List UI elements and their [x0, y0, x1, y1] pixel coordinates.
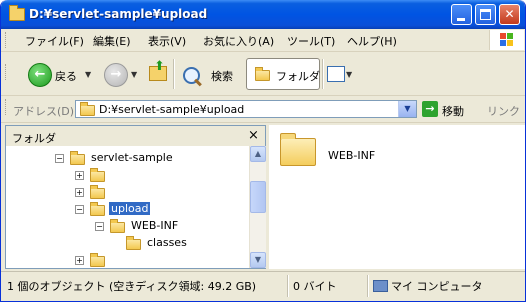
menu-tools[interactable]: ツール(T) [287, 33, 335, 49]
back-button[interactable]: ← [28, 63, 52, 87]
address-value[interactable]: D:¥servlet-sample¥upload [99, 103, 244, 116]
back-label[interactable]: 戻る [55, 68, 77, 84]
computer-icon [373, 280, 388, 292]
file-list-pane: WEB-INF [269, 125, 525, 269]
collapse-icon[interactable]: − [55, 154, 64, 163]
scroll-up-button[interactable]: ▲ [250, 146, 266, 162]
collapse-icon[interactable]: − [75, 205, 84, 214]
folders-button[interactable]: フォルダ [246, 58, 320, 90]
folder-icon [90, 253, 105, 267]
status-object-count: 1 個のオブジェクト (空きディスク領域: 49.2 GB) [7, 280, 257, 293]
scroll-thumb[interactable] [250, 181, 266, 213]
folder-icon [80, 102, 95, 116]
folder-icon [70, 151, 85, 165]
status-divider [287, 275, 289, 297]
go-button[interactable]: 移動 [442, 103, 464, 119]
scroll-up-icon: ▲ [254, 149, 262, 158]
up-folder-icon[interactable] [149, 59, 167, 81]
address-bar: アドレス(D) D:¥servlet-sample¥upload ▼ → 移動 … [1, 96, 525, 123]
folder-icon [110, 219, 125, 233]
status-size: 0 バイト [293, 280, 337, 293]
folder-tree: − servlet-sample + + − upload − WEB-INF … [6, 146, 249, 268]
expand-icon[interactable]: + [75, 188, 84, 197]
menu-help[interactable]: ヘルプ(H) [347, 33, 397, 49]
folders-label: フォルダ [276, 70, 320, 83]
forward-dropdown-icon[interactable]: ▼ [131, 70, 137, 79]
toolbar-separator [173, 59, 175, 89]
address-label: アドレス(D) [13, 105, 75, 118]
explorer-window: D:¥servlet-sample¥upload ✕ ファイル(F) 編集(E)… [0, 0, 526, 302]
minimize-icon [457, 18, 465, 21]
folder-pane-header: フォルダ × [6, 126, 265, 147]
expand-icon[interactable]: + [75, 171, 84, 180]
forward-arrow-icon: → [110, 67, 122, 82]
folder-icon [90, 185, 105, 199]
maximize-icon [480, 9, 491, 20]
folder-icon [126, 236, 141, 250]
menu-edit[interactable]: 編集(E) [93, 33, 131, 49]
search-icon[interactable] [183, 67, 200, 84]
toolbar: ← 戻る ▼ → ▼ 検索 フォルダ ▼ [1, 52, 525, 96]
open-folder-icon [90, 202, 105, 216]
status-location: マイ コンピュータ [391, 280, 483, 293]
back-dropdown-icon[interactable]: ▼ [85, 70, 91, 79]
folder-pane: フォルダ × − servlet-sample + + − upload − W… [5, 125, 266, 269]
collapse-icon[interactable]: − [95, 222, 104, 231]
tree-label[interactable]: classes [145, 236, 189, 249]
tree-label[interactable]: servlet-sample [89, 151, 175, 164]
back-arrow-icon: ← [34, 67, 46, 82]
folder-pane-title: フォルダ [12, 132, 56, 145]
windows-logo-icon [489, 30, 524, 50]
maximize-button[interactable] [475, 4, 496, 25]
close-icon: ✕ [504, 7, 515, 21]
menu-view[interactable]: 表示(V) [148, 33, 186, 49]
address-grip[interactable] [5, 99, 8, 115]
menu-favorites[interactable]: お気に入り(A) [203, 33, 274, 49]
expand-icon[interactable]: + [75, 256, 84, 265]
views-dropdown-icon[interactable]: ▼ [346, 70, 352, 79]
tree-label-selected[interactable]: upload [109, 202, 151, 215]
scroll-down-button[interactable]: ▼ [250, 252, 266, 268]
views-icon[interactable] [327, 66, 345, 82]
title-bar[interactable]: D:¥servlet-sample¥upload ✕ [1, 0, 525, 29]
minimize-button[interactable] [451, 4, 472, 25]
toolbar-separator [322, 59, 324, 89]
scroll-down-icon: ▼ [254, 255, 262, 264]
toolbar-grip[interactable] [5, 64, 8, 80]
address-dropdown-icon[interactable]: ▼ [398, 101, 416, 117]
links-label[interactable]: リンク [487, 103, 520, 119]
folder-icon [9, 5, 25, 21]
status-bar: 1 個のオブジェクト (空きディスク領域: 49.2 GB) 0 バイト マイ … [1, 271, 525, 301]
vertical-scrollbar[interactable]: ▲ ▼ [249, 146, 266, 268]
menu-file[interactable]: ファイル(F) [25, 33, 84, 49]
pane-close-icon[interactable]: × [248, 128, 259, 143]
status-divider [367, 275, 369, 297]
tree-label[interactable]: WEB-INF [129, 219, 180, 232]
go-arrow-icon[interactable]: → [422, 101, 438, 117]
folder-icon [90, 168, 105, 182]
close-button[interactable]: ✕ [499, 4, 520, 25]
file-item-label[interactable]: WEB-INF [328, 149, 375, 162]
window-title: D:¥servlet-sample¥upload [29, 7, 208, 21]
menu-bar: ファイル(F) 編集(E) 表示(V) お気に入り(A) ツール(T) ヘルプ(… [1, 29, 525, 52]
folder-icon[interactable] [280, 133, 316, 166]
folder-icon [255, 67, 270, 81]
address-input[interactable]: D:¥servlet-sample¥upload ▼ [75, 100, 417, 118]
search-label[interactable]: 検索 [211, 68, 233, 84]
forward-button[interactable]: → [104, 63, 128, 87]
menu-grip[interactable] [5, 32, 8, 48]
